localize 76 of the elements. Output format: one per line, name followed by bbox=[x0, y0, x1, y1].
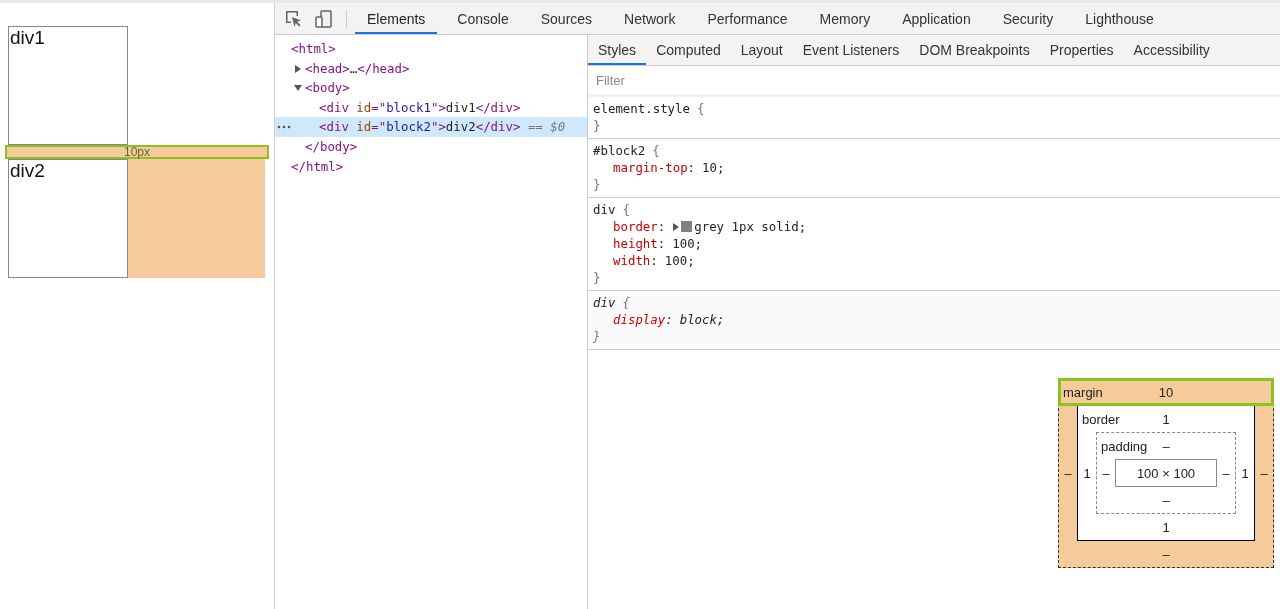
brace: { bbox=[622, 201, 630, 218]
device-icon[interactable] bbox=[314, 8, 334, 29]
panel-tab[interactable]: Lighthouse bbox=[1073, 3, 1166, 34]
sidebar-tab[interactable]: Event Listeners bbox=[792, 35, 910, 65]
property-value[interactable]: grey 1px solid; bbox=[694, 218, 807, 235]
inspect-icon[interactable] bbox=[284, 8, 304, 29]
sidebar-tab[interactable]: Layout bbox=[730, 35, 793, 65]
box-value: – bbox=[1063, 465, 1073, 481]
property-name[interactable]: border bbox=[613, 218, 658, 235]
panel-tab[interactable]: Elements bbox=[355, 3, 438, 34]
dom-node[interactable]: </html> bbox=[291, 158, 344, 174]
panel-tab[interactable]: Memory bbox=[807, 3, 883, 34]
colon: : bbox=[657, 235, 666, 252]
brace: { bbox=[652, 142, 660, 159]
sidebar-tab[interactable]: Accessibility bbox=[1123, 35, 1220, 65]
box-label: padding bbox=[1101, 438, 1148, 454]
color-swatch[interactable] bbox=[681, 221, 693, 232]
colon: : bbox=[650, 252, 658, 269]
brace: { bbox=[697, 100, 705, 117]
more-icon[interactable] bbox=[277, 124, 291, 131]
dom-node[interactable]: <head>…</head> bbox=[305, 60, 410, 76]
dom-node[interactable]: <div id="block1">div1</div> bbox=[319, 99, 521, 115]
brace: } bbox=[593, 269, 601, 286]
sidebar-tab[interactable]: DOM Breakpoints bbox=[909, 35, 1040, 65]
box-value: – bbox=[1221, 465, 1231, 481]
property-name[interactable]: margin-top bbox=[613, 159, 688, 176]
property-value[interactable]: 100; bbox=[664, 252, 695, 269]
property-value[interactable]: 10; bbox=[702, 159, 725, 176]
css-selector: div bbox=[593, 201, 616, 218]
collapse-arrow-icon[interactable] bbox=[294, 84, 302, 93]
box-value: 1 bbox=[1162, 519, 1170, 535]
box-label: border bbox=[1082, 411, 1120, 427]
panel-tab[interactable]: Security bbox=[990, 3, 1066, 34]
div-label: div2 bbox=[9, 160, 45, 181]
colon: : bbox=[687, 159, 696, 176]
css-selector: #block2 bbox=[593, 142, 646, 159]
property-value[interactable]: block; bbox=[679, 311, 725, 328]
sidebar-tab[interactable]: Styles bbox=[588, 35, 647, 65]
expand-arrow-icon[interactable] bbox=[294, 64, 302, 73]
dom-node[interactable]: <html> bbox=[291, 41, 336, 56]
content-size: 100 × 100 bbox=[1115, 459, 1217, 487]
box-value: – bbox=[1162, 438, 1170, 454]
brace: } bbox=[593, 328, 601, 345]
colon: : bbox=[665, 311, 673, 328]
property-name[interactable]: height bbox=[613, 235, 658, 252]
colon: : bbox=[657, 218, 666, 235]
box-value: 10 bbox=[1158, 384, 1174, 400]
property-name[interactable]: width bbox=[613, 252, 651, 269]
sidebar-tab[interactable]: Properties bbox=[1039, 35, 1124, 65]
box-value: – bbox=[1162, 546, 1170, 562]
panel-tab[interactable]: Application bbox=[890, 3, 983, 34]
expand-arrow-icon[interactable] bbox=[672, 222, 680, 231]
box-label: margin bbox=[1063, 384, 1103, 400]
brace: } bbox=[593, 176, 601, 193]
box-value: 1 bbox=[1240, 465, 1250, 481]
box-value: 1 bbox=[1082, 465, 1092, 481]
brace: { bbox=[622, 294, 630, 311]
box-value: 1 bbox=[1162, 411, 1170, 427]
property-value[interactable]: 100; bbox=[672, 235, 703, 252]
dom-node[interactable]: </body> bbox=[305, 138, 358, 154]
box-value: – bbox=[1101, 465, 1111, 481]
property-name[interactable]: display bbox=[613, 311, 666, 328]
div-label: div1 bbox=[9, 27, 45, 48]
panel-tab[interactable]: Network bbox=[612, 3, 688, 34]
sidebar-tab[interactable]: Computed bbox=[646, 35, 731, 65]
css-selector: div bbox=[593, 294, 616, 311]
panel-tab[interactable]: Console bbox=[445, 3, 521, 34]
filter-field[interactable]: Filter bbox=[588, 71, 898, 89]
box-value: – bbox=[1162, 492, 1170, 508]
margin-size-label: 10px bbox=[124, 147, 150, 157]
dom-node[interactable]: <body> bbox=[305, 80, 350, 96]
css-selector: element.style bbox=[593, 100, 690, 117]
box-value: – bbox=[1259, 465, 1269, 481]
panel-tab[interactable]: Performance bbox=[695, 3, 800, 34]
brace: } bbox=[593, 117, 601, 134]
panel-tab[interactable]: Sources bbox=[528, 3, 605, 34]
